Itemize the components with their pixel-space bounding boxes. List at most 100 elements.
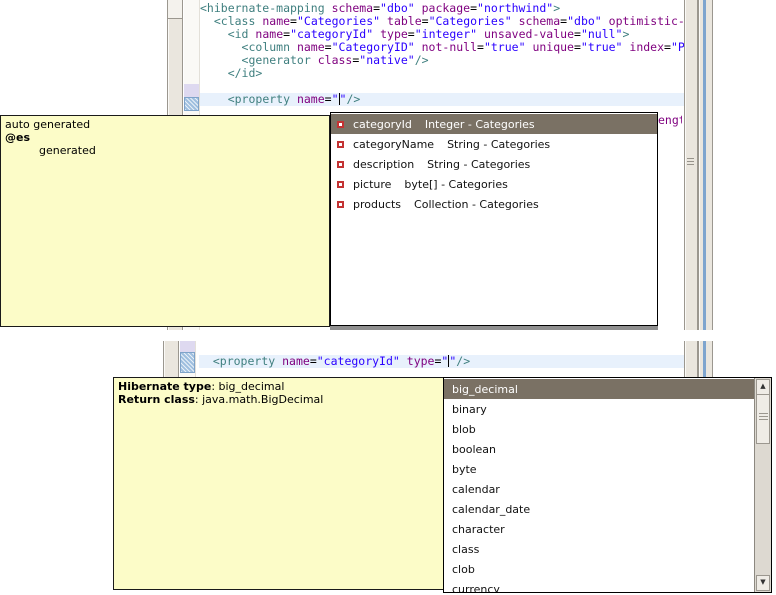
code-area[interactable]: <property name="categoryId" type=""/> [199, 341, 684, 377]
completion-item[interactable]: blob [444, 419, 754, 439]
scrollbar-thumb[interactable] [756, 394, 770, 444]
completion-item-name: description [353, 158, 414, 171]
code-token: name [282, 354, 310, 368]
completion-item-name: big_decimal [452, 383, 518, 396]
completion-item[interactable]: calendar [444, 479, 754, 499]
code-line[interactable]: <property name="categoryId" type=""/> [199, 355, 684, 368]
code-token: /> [415, 53, 429, 67]
code-token [325, 1, 332, 15]
tooltip-label: Hibernate type [118, 380, 211, 393]
completion-item[interactable]: currency [444, 579, 754, 593]
code-token: <class [214, 14, 256, 28]
code-token: class [318, 53, 353, 67]
code-token [200, 92, 228, 106]
code-token: <hibernate-mapping [200, 1, 325, 15]
code-token: <property [213, 354, 275, 368]
completion-item[interactable]: clob [444, 559, 754, 579]
completion-item-name: character [452, 523, 505, 536]
completion-item-name: categoryName [353, 138, 434, 151]
code-token: = [325, 40, 332, 54]
code-token: "Categories" [429, 14, 512, 28]
code-token: = [422, 14, 429, 28]
completion-item[interactable]: binary [444, 399, 754, 419]
popup-scrollbar[interactable]: ▲ ▼ [754, 378, 771, 592]
code-line[interactable]: </id> [200, 67, 684, 80]
code-token: "Categories" [297, 14, 380, 28]
code-token: = [574, 27, 581, 41]
code-token: "dbo" [567, 14, 602, 28]
tooltip-line: Return class: java.math.BigDecimal [118, 393, 442, 406]
tooltip-value: : java.math.BigDecimal [195, 393, 323, 406]
code-token: "categoryId" [317, 354, 400, 368]
code-token: unsaved-value [484, 27, 574, 41]
code-token [200, 66, 228, 80]
completion-item[interactable]: boolean [444, 439, 754, 459]
code-token [290, 92, 297, 106]
completion-item[interactable]: class [444, 539, 754, 559]
completion-item-type: Collection - Categories [414, 198, 539, 211]
ruler-current-line-marker [180, 352, 195, 373]
scroll-down-button[interactable]: ▼ [756, 575, 770, 591]
code-token: name [297, 92, 325, 106]
code-token: > [622, 27, 629, 41]
scrollbar-grip [687, 158, 694, 159]
vertical-scrollbar[interactable] [684, 0, 698, 330]
code-token: "null" [581, 27, 623, 41]
vertical-scrollbar[interactable] [684, 341, 698, 377]
completion-item-name: calendar_date [452, 503, 530, 516]
code-token: "categoryId" [290, 27, 373, 41]
up-arrow-icon: ▲ [760, 382, 765, 390]
code-token [512, 14, 519, 28]
code-token [400, 354, 407, 368]
annotation-ruler [180, 341, 196, 377]
code-token: = [574, 40, 581, 54]
code-token: <column [242, 40, 290, 54]
completion-item[interactable]: big_decimal [444, 379, 754, 399]
completion-item[interactable]: calendar_date [444, 499, 754, 519]
property-icon [337, 181, 344, 188]
completion-item[interactable]: description String - Categories [331, 154, 657, 174]
code-line[interactable]: <property name=""/> [200, 93, 684, 106]
code-token: /> [456, 354, 470, 368]
completion-item[interactable]: products Collection - Categories [331, 194, 657, 214]
code-line[interactable]: <generator class="native"/> [200, 54, 684, 67]
completion-item[interactable]: categoryNameString - Categories [331, 134, 657, 154]
completion-item-name: picture [353, 178, 391, 191]
completion-item[interactable]: character [444, 519, 754, 539]
completion-item-name: calendar [452, 483, 500, 496]
clipped-code-fragment: ength= [658, 114, 682, 127]
code-token [311, 53, 318, 67]
code-token: " [441, 354, 448, 368]
code-token: <id [228, 27, 249, 41]
scroll-up-button[interactable]: ▲ [756, 379, 770, 395]
completion-item-name: blob [452, 423, 476, 436]
code-token: "CategoryID" [332, 40, 415, 54]
property-icon [337, 141, 344, 148]
code-token [199, 354, 213, 368]
code-token [602, 14, 609, 28]
completion-item-name: clob [452, 563, 475, 576]
ruler-annotation [180, 341, 195, 352]
overview-marker [703, 0, 706, 330]
completion-item[interactable]: categoryIdInteger - Categories [331, 114, 657, 134]
thumb-grip-icon [759, 416, 768, 417]
code-token: = [477, 40, 484, 54]
code-token: "PK_Cat [671, 40, 684, 54]
code-token: name [255, 27, 283, 41]
code-token [415, 1, 422, 15]
code-token: = [290, 14, 297, 28]
completion-item[interactable]: byte [444, 459, 754, 479]
tooltip-line: Hibernate type: big_decimal [118, 380, 442, 393]
left-scrollbar[interactable] [163, 341, 179, 377]
completion-item[interactable]: picturebyte[] - Categories [331, 174, 657, 194]
code-token: name [297, 40, 325, 54]
completion-item-name: categoryId [353, 118, 412, 131]
code-token [415, 40, 422, 54]
completion-popup: big_decimalbinary blob booleanbyte calendar… [443, 377, 772, 593]
completion-item-name: products [353, 198, 401, 211]
scrollbar-thumb[interactable] [168, 0, 182, 19]
overview-ruler[interactable] [698, 341, 713, 377]
completion-item-type: String - Categories [427, 158, 530, 171]
overview-ruler[interactable] [698, 0, 713, 330]
code-token [290, 40, 297, 54]
